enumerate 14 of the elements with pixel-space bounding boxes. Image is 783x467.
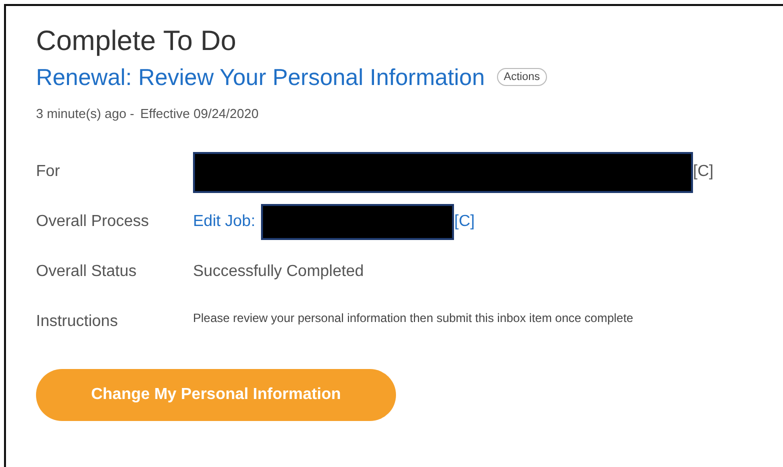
field-label: Overall Status <box>36 263 138 281</box>
actions-button[interactable]: Actions <box>496 68 547 86</box>
task-title[interactable]: Renewal: Review Your Personal Information <box>36 62 485 92</box>
effective-date: Effective 09/24/2020 <box>140 106 259 121</box>
timestamp: 3 minute(s) ago - <box>36 106 134 121</box>
link[interactable]: [C] <box>693 163 714 181</box>
instructions-text: Please review your personal information then submit this inbox item once complete <box>193 311 634 325</box>
link[interactable]: [C] <box>454 213 475 231</box>
page-title: Complete To Do <box>36 24 238 58</box>
field-value: Successfully Completed <box>193 263 364 281</box>
field-label: For <box>36 163 61 181</box>
link[interactable]: Edit Job: <box>193 213 256 231</box>
field-label: Overall Process <box>36 213 150 231</box>
field-label: Instructions <box>36 313 119 331</box>
